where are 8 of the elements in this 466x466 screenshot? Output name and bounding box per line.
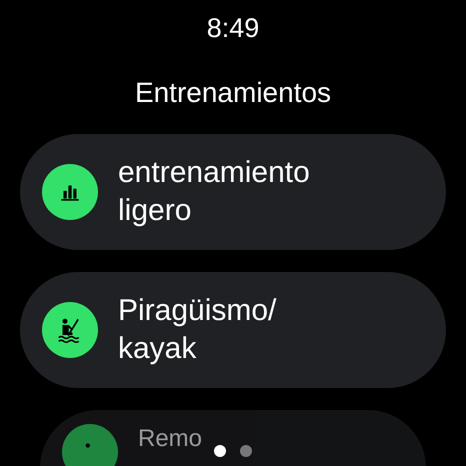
screen-title: Entrenamientos <box>134 76 332 110</box>
workout-item[interactable]: entrenamiento ligero <box>20 134 446 250</box>
item-label: entrenamiento ligero <box>118 155 311 229</box>
workout-item[interactable]: Piragüismo/ kayak <box>20 272 446 388</box>
item-label: Piragüismo/ kayak <box>118 293 278 367</box>
workout-item[interactable]: Remo <box>40 410 426 466</box>
item-label: Remo <box>138 424 204 454</box>
clock-time: 8:49 <box>206 12 260 44</box>
